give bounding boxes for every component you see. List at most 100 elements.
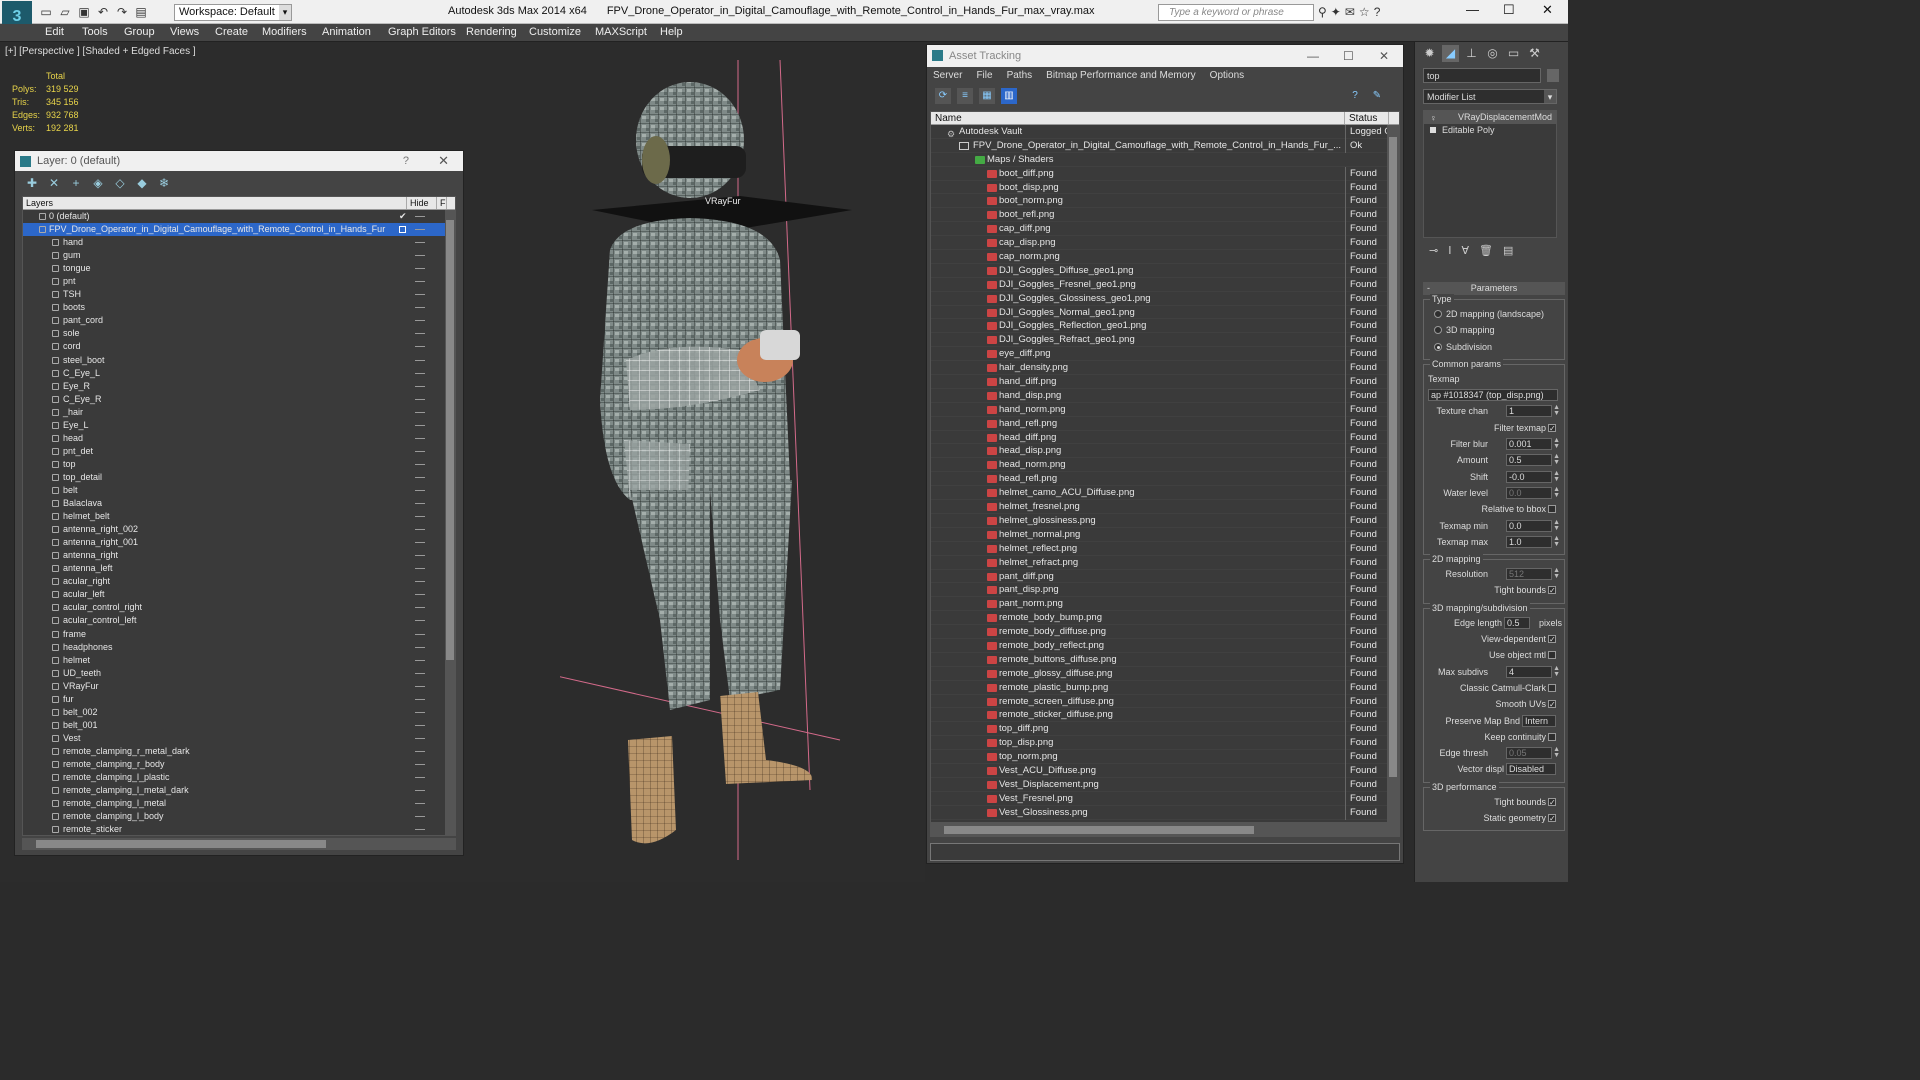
max-subdivs-spinner[interactable]: 4 [1506, 665, 1552, 678]
table-view-icon[interactable]: ▥ [1001, 88, 1017, 104]
classic-catmull-checkbox[interactable] [1548, 683, 1556, 692]
asset-row-maps-group[interactable]: Maps / Shaders [931, 153, 1399, 167]
layer-object-row[interactable]: helmet_belt [23, 510, 455, 523]
hide-toggle[interactable] [415, 829, 425, 831]
menu-maxscript[interactable]: MAXScript [595, 26, 647, 38]
column-status[interactable]: Status [1345, 112, 1389, 124]
menu-animation[interactable]: Animation [322, 26, 371, 38]
hide-toggle[interactable] [415, 476, 425, 478]
asset-map-row[interactable]: DJI_Goggles_Refract_geo1.png Found [931, 333, 1399, 348]
layer-object-row[interactable]: Vest [23, 732, 455, 745]
asset-map-row[interactable]: helmet_refract.png Found [931, 555, 1399, 570]
layer-object-row[interactable]: remote_clamping_r_metal_dark [23, 745, 455, 758]
water-level-spinner[interactable]: 0.0 [1506, 486, 1552, 499]
asset-map-row[interactable]: helmet_fresnel.png Found [931, 500, 1399, 515]
layer-object-row[interactable]: sole [23, 327, 455, 340]
layer-object-row[interactable]: steel_boot [23, 354, 455, 367]
asset-map-row[interactable]: remote_buttons_diffuse.png Found [931, 652, 1399, 667]
asset-map-row[interactable]: cap_disp.png Found [931, 236, 1399, 251]
menu-create[interactable]: Create [215, 26, 248, 38]
hide-toggle[interactable] [415, 268, 425, 270]
asset-map-row[interactable]: remote_body_bump.png Found [931, 611, 1399, 626]
layer-object-row[interactable]: belt_001 [23, 719, 455, 732]
asset-map-row[interactable]: head_norm.png Found [931, 458, 1399, 473]
shift-spinner[interactable]: -0.0 [1506, 470, 1552, 483]
list-view-icon[interactable]: ≡ [957, 88, 973, 104]
character-model[interactable]: VRayFur [560, 60, 880, 860]
asset-map-row[interactable]: top_diff.png Found [931, 722, 1399, 737]
hide-toggle[interactable] [415, 294, 425, 296]
hide-toggle[interactable] [415, 516, 425, 518]
close-icon[interactable]: ✕ [1542, 2, 1553, 18]
asset-map-row[interactable]: remote_sticker_diffuse.png Found [931, 708, 1399, 723]
hide-toggle[interactable] [415, 633, 425, 635]
spinner-arrows-icon[interactable]: ▲ ▼ [1553, 519, 1560, 532]
asset-map-row[interactable]: head_disp.png Found [931, 444, 1399, 459]
column-name[interactable]: Name [931, 112, 1345, 124]
layer-object-row[interactable]: pnt [23, 275, 455, 288]
menu-rendering[interactable]: Rendering [466, 26, 517, 38]
radio-2d-mapping[interactable]: 2D mapping (landscape) [1426, 306, 1562, 322]
asset-map-row[interactable]: boot_norm.png Found [931, 194, 1399, 209]
layer-object-row[interactable]: hand [23, 236, 455, 249]
stack-item-editable-poly[interactable]: Editable Poly [1424, 124, 1556, 137]
open-file-icon[interactable]: ▱ [57, 4, 73, 20]
layer-object-row[interactable]: C_Eye_L [23, 367, 455, 380]
stack-item-vraydisplacement[interactable]: ♀ VRayDisplacementMod [1424, 111, 1556, 124]
layer-object-row[interactable]: cord [23, 340, 455, 353]
column-hide[interactable]: Hide [407, 197, 437, 209]
filter-texmap-checkbox[interactable]: ✓ [1548, 423, 1556, 432]
binoculars-icon[interactable]: ⚲ [1318, 5, 1327, 19]
hide-toggle[interactable] [415, 672, 425, 674]
minimize-icon[interactable]: — [1307, 45, 1319, 67]
layer-object-row[interactable]: pnt_det [23, 445, 455, 458]
hide-toggle[interactable] [415, 320, 425, 322]
layer-object-row[interactable]: boots [23, 301, 455, 314]
close-icon[interactable]: ✕ [1379, 45, 1389, 67]
spinner-arrows-icon[interactable]: ▲ ▼ [1553, 437, 1560, 450]
column-freeze[interactable]: F [437, 197, 447, 209]
texmap-value[interactable]: ap #1018347 (top_disp.png) [1428, 389, 1558, 402]
hide-toggle[interactable] [415, 372, 425, 374]
maximize-icon[interactable]: ☐ [1343, 45, 1354, 67]
asset-map-row[interactable]: remote_screen_diffuse.png Found [931, 694, 1399, 709]
asset-map-row[interactable]: hand_refl.png Found [931, 416, 1399, 431]
hide-toggle[interactable] [415, 229, 425, 231]
hide-toggle[interactable] [415, 555, 425, 557]
layer-object-row[interactable]: acular_control_left [23, 614, 455, 627]
radio-button[interactable] [1434, 310, 1442, 318]
pin-stack-icon[interactable]: ⊸ [1429, 244, 1438, 262]
help-icon[interactable]: ? [403, 151, 409, 171]
preserve-map-bnd-dropdown[interactable]: Intern [1522, 714, 1556, 727]
layer-object-row[interactable]: tongue [23, 262, 455, 275]
hide-toggle[interactable] [415, 646, 425, 648]
scroll-thumb[interactable] [446, 220, 454, 660]
asset-map-row[interactable]: DJI_Goggles_Normal_geo1.png Found [931, 305, 1399, 320]
spinner-arrows-icon[interactable]: ▲ ▼ [1553, 567, 1560, 580]
hide-toggle[interactable] [415, 790, 425, 792]
static-geometry-checkbox[interactable]: ✓ [1548, 814, 1556, 823]
menu-modifiers[interactable]: Modifiers [262, 26, 307, 38]
hide-toggle[interactable] [415, 816, 425, 818]
layer-object-row[interactable]: remote_clamping_l_metal [23, 797, 455, 810]
radio-subdivision[interactable]: Subdivision [1426, 339, 1562, 355]
hide-toggle[interactable] [415, 255, 425, 257]
layer-object-row[interactable]: acular_left [23, 588, 455, 601]
layer-object-row[interactable]: fur [23, 693, 455, 706]
configure-sets-icon[interactable]: ▤ [1503, 244, 1513, 262]
edge-thresh-spinner[interactable]: 0.05 [1506, 747, 1552, 760]
texmap-button[interactable]: ap #1018347 (top_disp.png) [1426, 387, 1562, 403]
spinner-arrows-icon[interactable]: ▲ ▼ [1553, 535, 1560, 548]
layer-object-row[interactable]: remote_clamping_r_body [23, 758, 455, 771]
hierarchy-tab-icon[interactable]: ⊥ [1463, 45, 1480, 62]
hide-toggle[interactable] [415, 216, 425, 217]
layer-object-row[interactable]: antenna_right_001 [23, 536, 455, 549]
maximize-icon[interactable]: ☐ [1503, 2, 1515, 18]
smooth-uvs-checkbox[interactable]: ✓ [1548, 700, 1556, 709]
hide-toggle[interactable] [415, 424, 425, 426]
hide-toggle[interactable] [415, 620, 425, 622]
communication-icon[interactable]: ✉ [1345, 5, 1355, 19]
asset-horizontal-scrollbar[interactable] [930, 823, 1400, 837]
tight-bounds-3d-checkbox[interactable]: ✓ [1548, 797, 1556, 806]
create-tab-icon[interactable]: ✹ [1421, 45, 1438, 62]
